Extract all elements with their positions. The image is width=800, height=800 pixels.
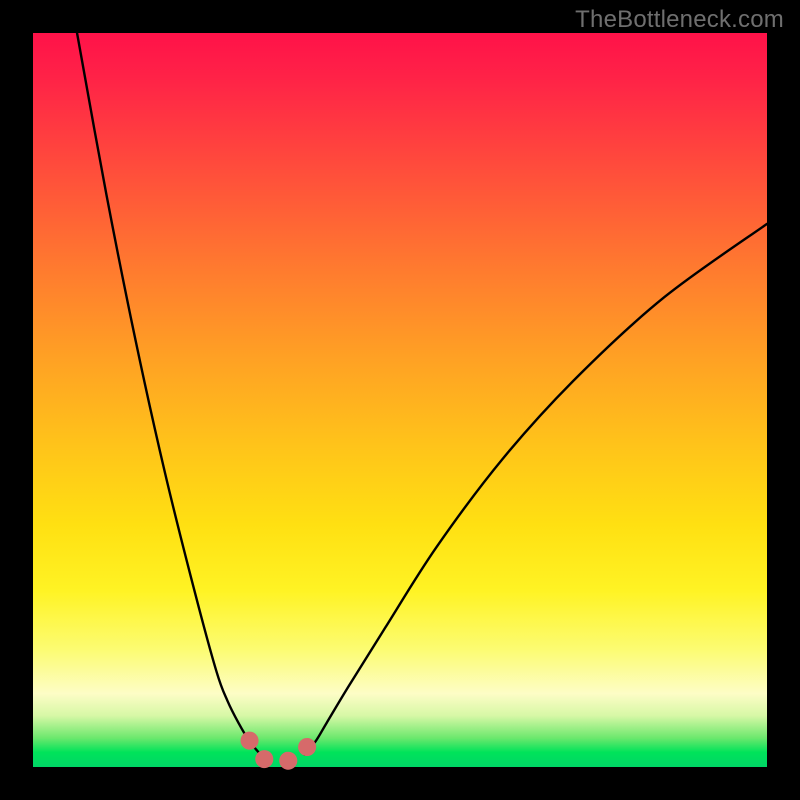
chart-frame: TheBottleneck.com — [0, 0, 800, 800]
curve-layer — [33, 33, 767, 767]
plot-area — [33, 33, 767, 767]
bottom-marker-line — [250, 729, 317, 761]
left-branch-line — [77, 33, 261, 755]
watermark-text: TheBottleneck.com — [575, 6, 784, 34]
right-branch-line — [305, 224, 767, 755]
